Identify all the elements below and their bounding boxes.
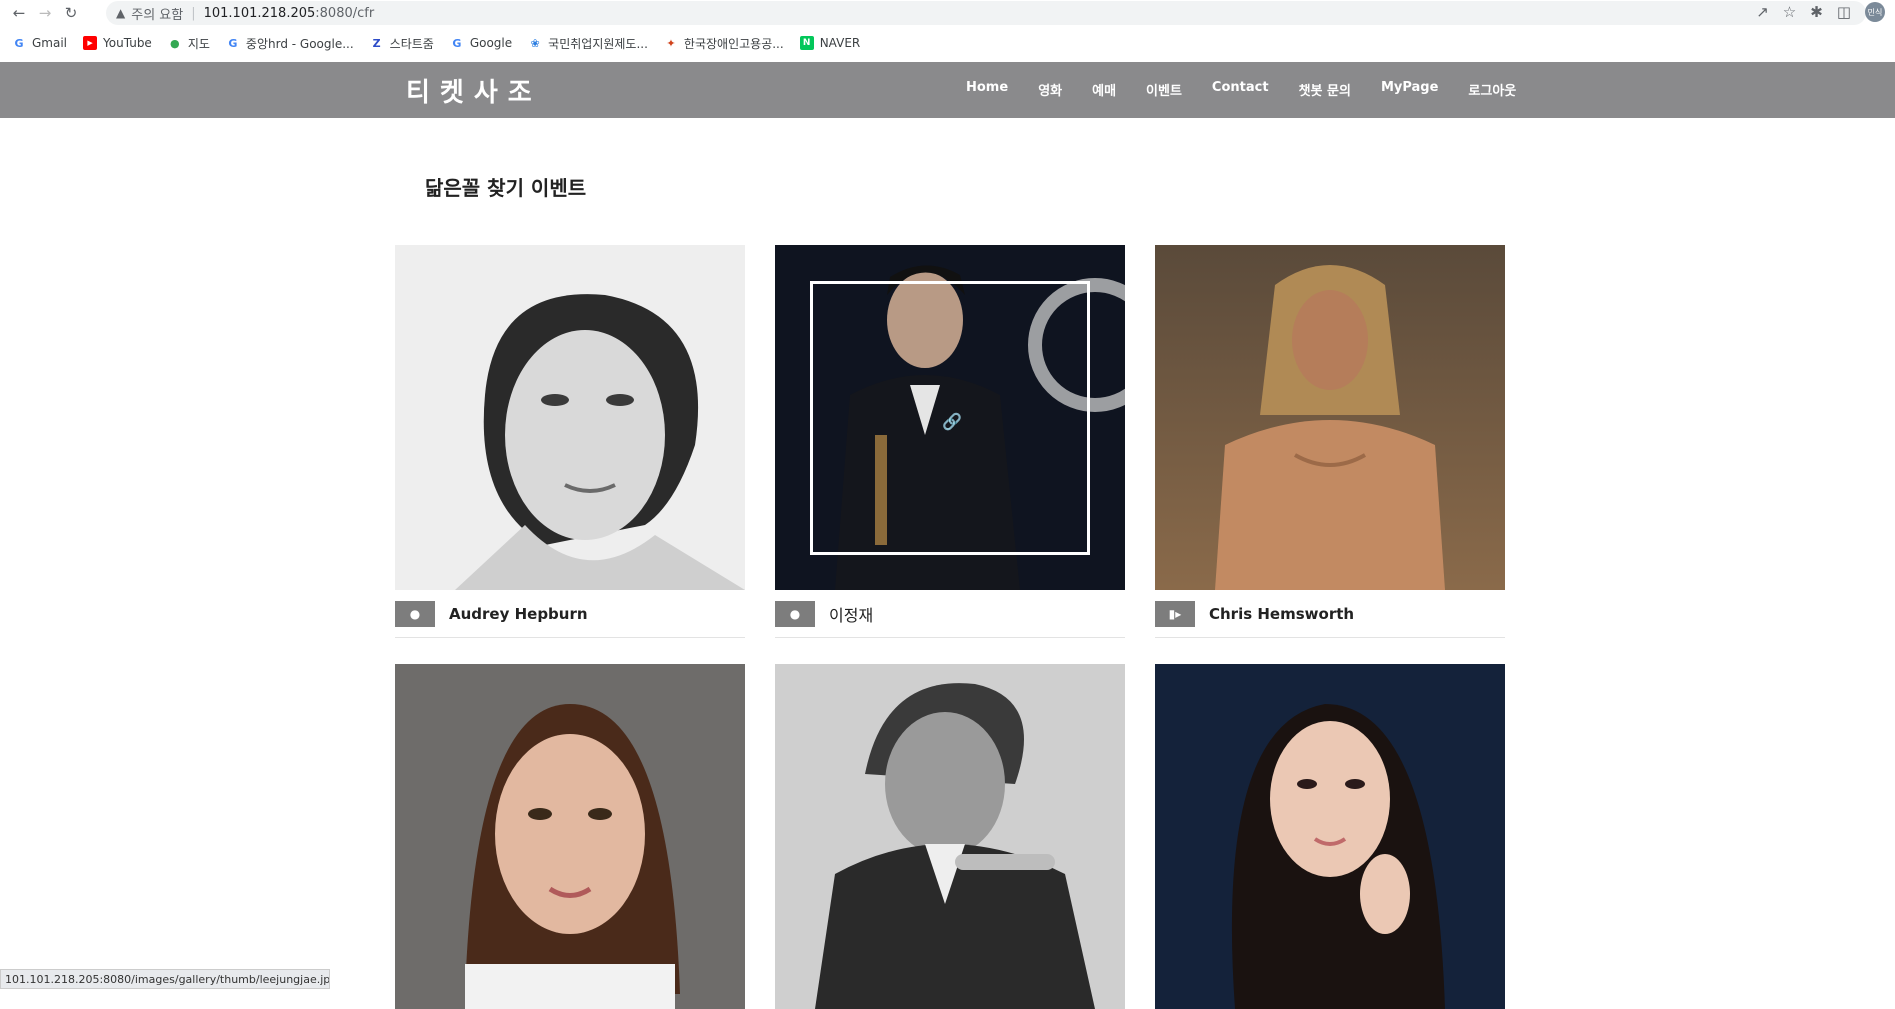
bookmark-naver[interactable]: NNAVER [800, 36, 861, 50]
portrait-image [1155, 664, 1505, 1009]
gallery-card[interactable] [1155, 664, 1505, 1009]
site-logo[interactable]: 티켓사조 [406, 72, 542, 109]
card-name[interactable]: Chris Hemsworth [1209, 605, 1354, 623]
url-separator: | [191, 6, 195, 21]
gallery-card[interactable] [775, 664, 1125, 1009]
bookmark-maps[interactable]: ●지도 [168, 35, 210, 52]
card-name[interactable]: 이정재 [829, 602, 873, 626]
link-icon[interactable]: 🔗 [942, 412, 962, 431]
agency-icon: ✦ [664, 36, 678, 50]
url-path: :8080/cfr [315, 6, 374, 21]
extensions-icon[interactable]: ✱ [1810, 3, 1823, 21]
site-header: 티켓사조 Home 영화 예매 이벤트 Contact 챗봇 문의 MyPage… [0, 62, 1895, 118]
star-icon[interactable]: ☆ [1783, 3, 1796, 21]
portrait-image [395, 245, 745, 590]
naver-icon: N [800, 36, 814, 50]
forward-icon[interactable]: → [32, 0, 58, 26]
gallery-card[interactable] [395, 664, 745, 1009]
bookmark-hrd[interactable]: G중앙hrd - Google... [226, 35, 354, 52]
nav-logout[interactable]: 로그아웃 [1468, 80, 1516, 99]
nav-events[interactable]: 이벤트 [1146, 80, 1182, 99]
address-bar[interactable]: ▲ 주의 요함 | 101.101.218.205 :8080/cfr [106, 1, 1866, 25]
bookmark-google[interactable]: GGoogle [450, 36, 512, 50]
profile-avatar[interactable]: 민식 [1865, 2, 1885, 22]
video-icon: ▮▸ [1155, 601, 1195, 627]
bookmark-startzoom[interactable]: Z스타트줌 [370, 35, 434, 52]
nav-home[interactable]: Home [966, 80, 1008, 99]
warning-icon: ▲ [116, 6, 125, 20]
nav-contact[interactable]: Contact [1212, 80, 1269, 99]
portrait-image [775, 664, 1125, 1009]
gov-icon: ❀ [528, 36, 542, 50]
photo-lee-jungjae[interactable]: 🔗 [775, 245, 1125, 590]
bookmark-kead[interactable]: ✦한국장애인고용공... [664, 35, 784, 52]
bookmark-youtube[interactable]: ▶YouTube [83, 36, 152, 50]
zoom-icon: Z [370, 36, 384, 50]
nav-movies[interactable]: 영화 [1038, 80, 1062, 99]
back-icon[interactable]: ← [6, 0, 32, 26]
nav-booking[interactable]: 예매 [1092, 80, 1116, 99]
camera-icon: ● [775, 601, 815, 627]
portrait-image [395, 664, 745, 1009]
card-caption: ▮▸ Chris Hemsworth [1155, 590, 1505, 638]
page-title: 닮은꼴 찾기 이벤트 [425, 172, 586, 201]
card-caption: ● Audrey Hepburn [395, 590, 745, 638]
bookmark-employment[interactable]: ❀국민취업지원제도... [528, 35, 648, 52]
card-caption: ● 이정재 [775, 590, 1125, 638]
google-icon: G [450, 36, 464, 50]
google-icon: G [12, 36, 26, 50]
main-nav: Home 영화 예매 이벤트 Contact 챗봇 문의 MyPage 로그아웃 [966, 80, 1895, 99]
bookmark-gmail[interactable]: GGmail [12, 36, 67, 50]
photo-card-6[interactable] [1155, 664, 1505, 1009]
share-icon[interactable]: ↗ [1756, 3, 1769, 21]
gallery-card[interactable]: ▮▸ Chris Hemsworth [1155, 245, 1505, 638]
url-host: 101.101.218.205 [204, 6, 316, 21]
google-icon: G [226, 36, 240, 50]
card-name[interactable]: Audrey Hepburn [449, 605, 588, 623]
sidepanel-icon[interactable]: ◫ [1837, 3, 1851, 21]
photo-chris-hemsworth[interactable] [1155, 245, 1505, 590]
gallery-card[interactable]: ● Audrey Hepburn [395, 245, 745, 638]
maps-icon: ● [168, 36, 182, 50]
camera-icon: ● [395, 601, 435, 627]
gallery-card[interactable]: 🔗 ● 이정재 [775, 245, 1125, 638]
photo-card-5[interactable] [775, 664, 1125, 1009]
nav-mypage[interactable]: MyPage [1381, 80, 1438, 99]
status-bar-url: 101.101.218.205:8080/images/gallery/thum… [0, 969, 330, 989]
browser-actions: ↗ ☆ ✱ ◫ 민식 [1756, 2, 1885, 22]
youtube-icon: ▶ [83, 36, 97, 50]
nav-chatbot[interactable]: 챗봇 문의 [1299, 80, 1351, 99]
reload-icon[interactable]: ↻ [58, 0, 84, 26]
photo-audrey-hepburn[interactable] [395, 245, 745, 590]
security-warning: 주의 요함 [131, 4, 183, 23]
photo-card-4[interactable] [395, 664, 745, 1009]
portrait-image [1155, 245, 1505, 590]
bookmarks-bar: GGmail ▶YouTube ●지도 G중앙hrd - Google... Z… [0, 30, 1895, 56]
